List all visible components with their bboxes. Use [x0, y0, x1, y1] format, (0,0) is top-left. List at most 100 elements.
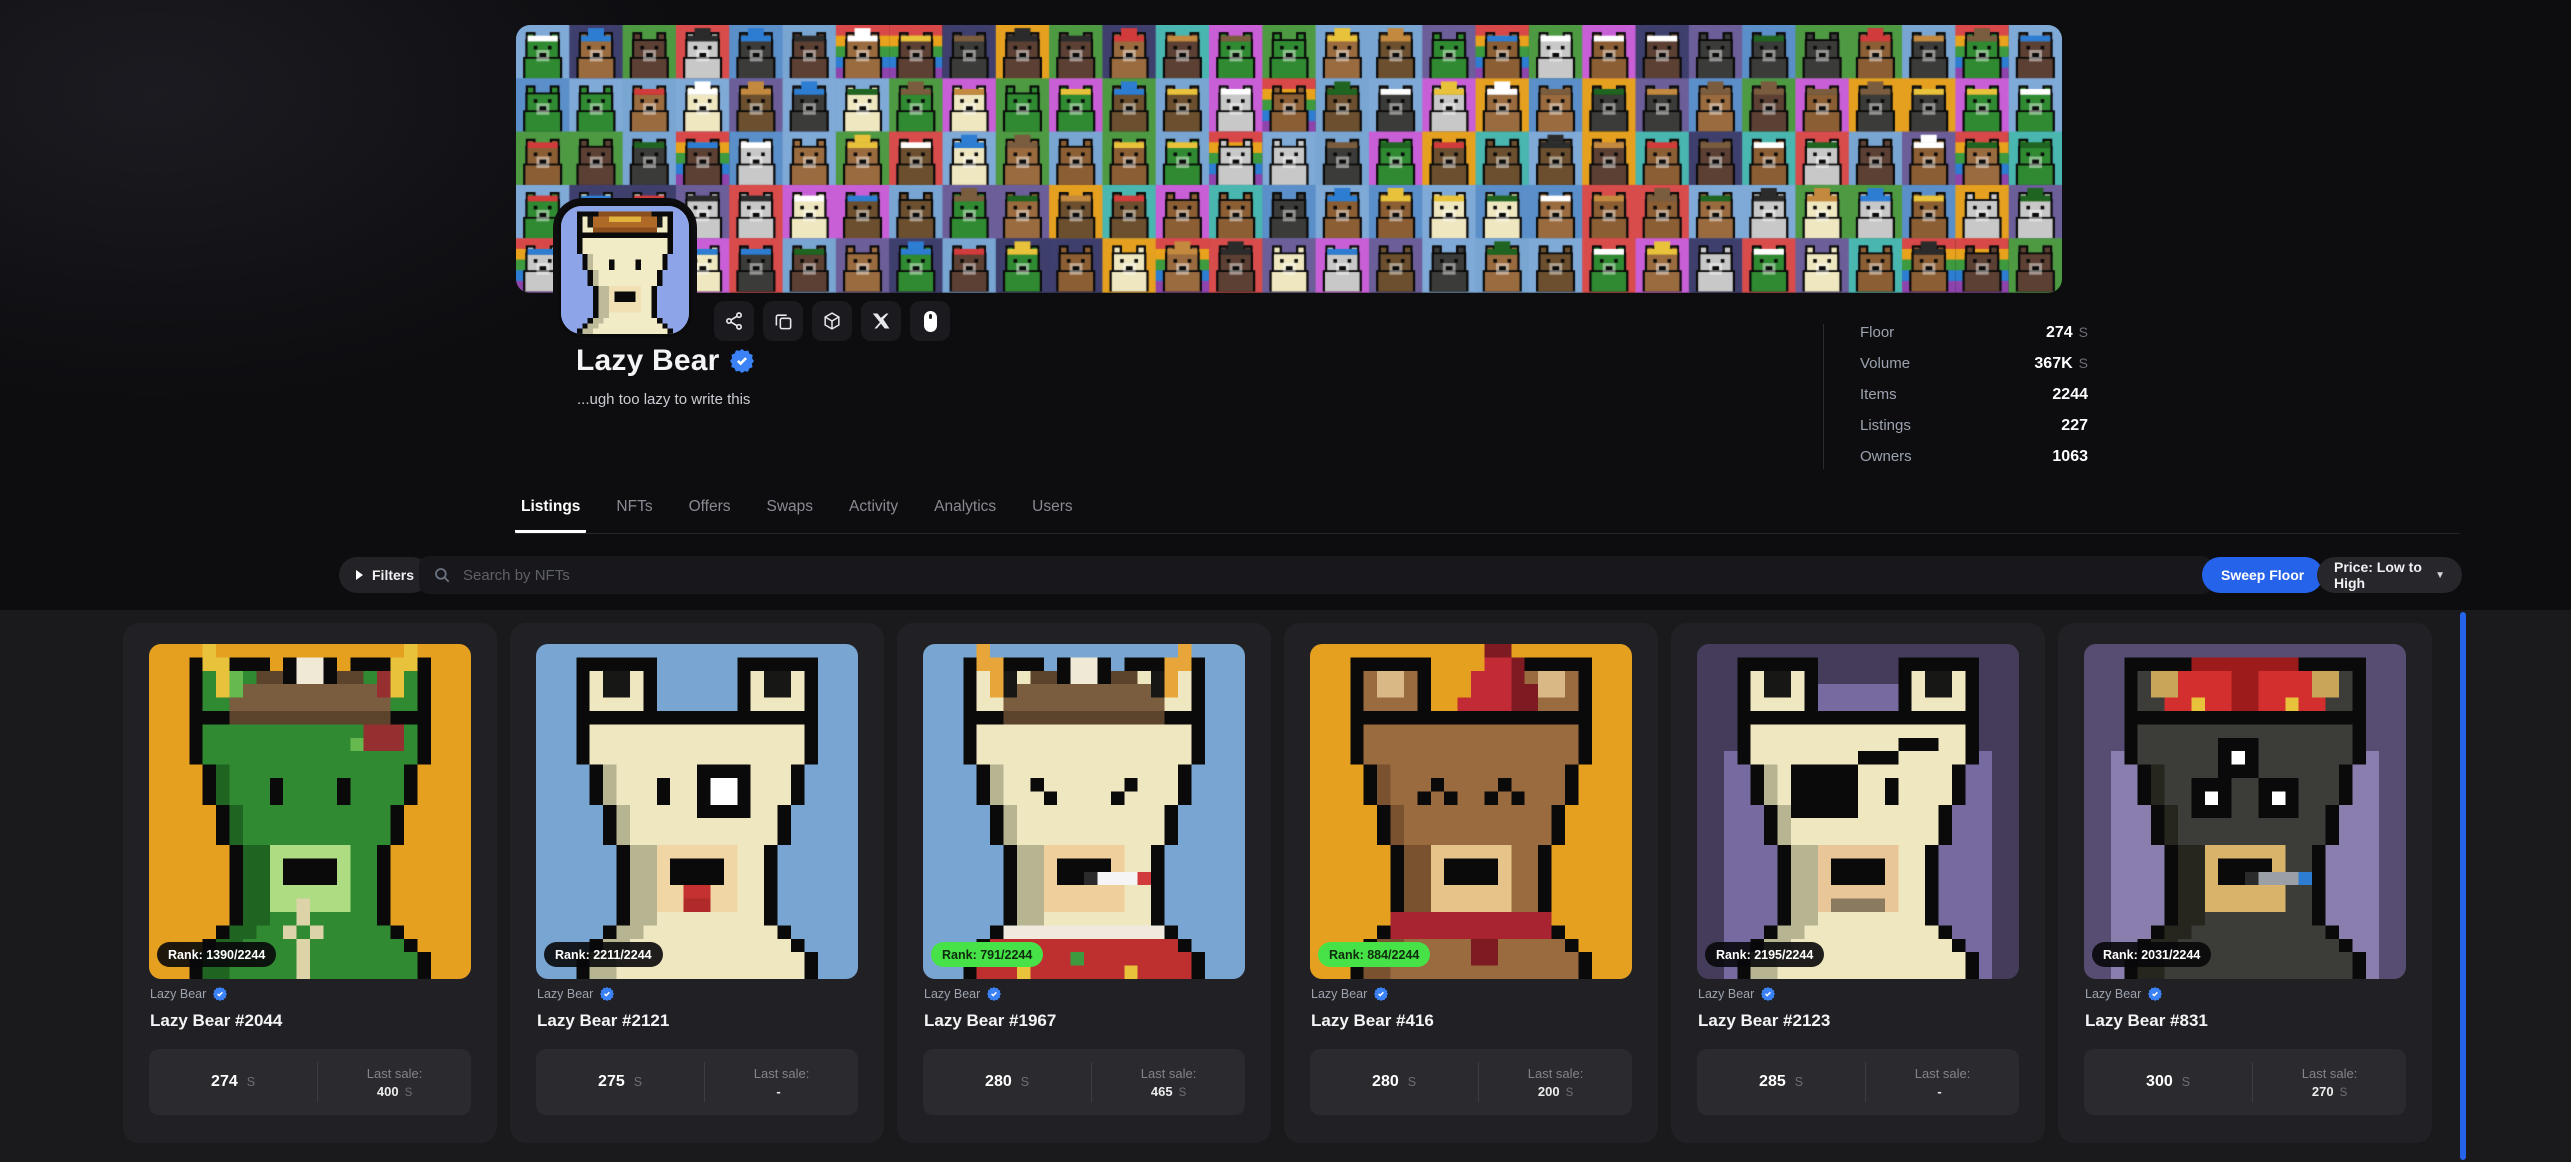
tab-nfts[interactable]: NFTs [610, 494, 658, 533]
share-button[interactable] [714, 301, 754, 341]
collection-name: Lazy Bear [576, 344, 720, 378]
nft-price-box: 274 S Last sale: 400 S [149, 1049, 471, 1115]
view-3d-button[interactable] [812, 301, 852, 341]
nft-card[interactable]: Rank: 884/2244 Lazy Bear Lazy Bear #416 … [1284, 623, 1658, 1143]
stat-value: 367KS [2034, 355, 2088, 373]
tab-activity[interactable]: Activity [843, 494, 904, 533]
last-sale-currency: S [1566, 1087, 1574, 1099]
sort-selected-value: Price: Low to High [2334, 559, 2425, 591]
listings-toolbar: Filters Sweep Floor Price: Low to High ▼ [339, 556, 2462, 594]
stat-row-items: Items 2244 [1860, 386, 2088, 407]
nft-collection-name: Lazy Bear [1698, 987, 1754, 1001]
collection-page: Lazy Bear ...ugh too lazy to write this … [0, 0, 2571, 1162]
last-sale-currency: S [1179, 1087, 1187, 1099]
nft-price: 280 [1372, 1073, 1399, 1091]
verified-badge-icon [987, 987, 1001, 1001]
last-sale-value: 465 [1151, 1084, 1173, 1099]
mouse-icon [924, 311, 937, 332]
rank-badge: Rank: 2031/2244 [2092, 942, 2211, 967]
last-sale-value: 200 [1538, 1084, 1560, 1099]
stat-label: Floor [1860, 324, 1894, 341]
last-sale-value: - [776, 1084, 780, 1099]
tab-listings[interactable]: Listings [515, 494, 586, 533]
tab-swaps[interactable]: Swaps [761, 494, 820, 533]
last-sale-value: 270 [2312, 1084, 2334, 1099]
nft-price: 300 [2146, 1073, 2173, 1091]
listings-panel: Rank: 1390/2244 Lazy Bear Lazy Bear #204… [0, 610, 2571, 1162]
stat-row-listings: Listings227 [1860, 417, 2088, 438]
nft-price: 274 [211, 1073, 238, 1091]
last-sale-value: 400 [377, 1084, 399, 1099]
stat-value: 1063 [2052, 448, 2088, 466]
stat-label: Items [1860, 386, 1897, 403]
nft-price-box: 285 S Last sale: - [1697, 1049, 2019, 1115]
nft-name: Lazy Bear #2044 [150, 1011, 282, 1031]
last-sale-label: Last sale: [1141, 1066, 1197, 1081]
nft-price-currency: S [1795, 1075, 1803, 1089]
verified-badge-icon [1374, 987, 1388, 1001]
rank-badge: Rank: 2195/2244 [1705, 942, 1824, 967]
copy-address-button[interactable] [763, 301, 803, 341]
filters-button[interactable]: Filters [339, 557, 430, 593]
x-twitter-icon [872, 312, 890, 330]
nft-name: Lazy Bear #2121 [537, 1011, 669, 1031]
stat-row-floor: Floor274S [1860, 324, 2088, 345]
last-sale-label: Last sale: [754, 1066, 810, 1081]
nft-name: Lazy Bear #1967 [924, 1011, 1056, 1031]
nft-collection-row: Lazy Bear [537, 987, 614, 1001]
search-icon [433, 566, 451, 584]
nft-price-box: 280 S Last sale: 465 S [923, 1049, 1245, 1115]
nft-collection-name: Lazy Bear [150, 987, 206, 1001]
nft-image: Rank: 884/2244 [1310, 644, 1632, 979]
nft-price-box: 300 S Last sale: 270 S [2084, 1049, 2406, 1115]
nft-price-currency: S [247, 1075, 255, 1089]
nft-collection-name: Lazy Bear [537, 987, 593, 1001]
nft-price: 280 [985, 1073, 1012, 1091]
sort-dropdown[interactable]: Price: Low to High ▼ [2317, 557, 2462, 593]
stat-value: 2244 [2052, 386, 2088, 404]
sweep-floor-button[interactable]: Sweep Floor [2202, 557, 2323, 593]
nft-price-currency: S [1408, 1075, 1416, 1089]
nft-price-currency: S [2182, 1075, 2190, 1089]
x-social-button[interactable] [861, 301, 901, 341]
stat-label: Owners [1860, 448, 1912, 465]
nft-collection-row: Lazy Bear [924, 987, 1001, 1001]
last-sale-label: Last sale: [367, 1066, 423, 1081]
rank-badge: Rank: 884/2244 [1318, 942, 1430, 967]
last-sale-value: - [1937, 1084, 1941, 1099]
collection-description: ...ugh too lazy to write this [577, 391, 750, 408]
nft-collection-row: Lazy Bear [1311, 987, 1388, 1001]
chevron-down-icon: ▼ [2435, 570, 2445, 581]
nft-name: Lazy Bear #2123 [1698, 1011, 1830, 1031]
last-sale-currency: S [405, 1087, 413, 1099]
tab-analytics[interactable]: Analytics [928, 494, 1002, 533]
nft-card[interactable]: Rank: 2195/2244 Lazy Bear Lazy Bear #212… [1671, 623, 2045, 1143]
nft-collection-row: Lazy Bear [2085, 987, 2162, 1001]
listings-scrollbar[interactable] [2460, 612, 2466, 1160]
nft-card[interactable]: Rank: 2031/2244 Lazy Bear Lazy Bear #831… [2058, 623, 2432, 1143]
website-button[interactable] [910, 301, 950, 341]
collection-actions [714, 301, 950, 341]
tab-offers[interactable]: Offers [683, 494, 737, 533]
filters-chevron-icon [355, 570, 363, 580]
nft-card[interactable]: Rank: 2211/2244 Lazy Bear Lazy Bear #212… [510, 623, 884, 1143]
search-input[interactable] [461, 566, 2198, 585]
nft-image: Rank: 2211/2244 [536, 644, 858, 979]
nft-price: 285 [1759, 1073, 1786, 1091]
nft-image: Rank: 2195/2244 [1697, 644, 2019, 979]
nft-price-box: 280 S Last sale: 200 S [1310, 1049, 1632, 1115]
nft-search [419, 556, 2212, 594]
collection-avatar [553, 198, 697, 342]
nft-card[interactable]: Rank: 1390/2244 Lazy Bear Lazy Bear #204… [123, 623, 497, 1143]
rank-badge: Rank: 2211/2244 [544, 942, 663, 967]
nft-card[interactable]: Rank: 791/2244 Lazy Bear Lazy Bear #1967… [897, 623, 1271, 1143]
verified-badge-icon [600, 987, 614, 1001]
collection-tabs: Listings NFTs Offers Swaps Activity Analytics… [515, 494, 2460, 534]
avatar-art [561, 206, 689, 334]
nft-collection-name: Lazy Bear [924, 987, 980, 1001]
share-icon [724, 311, 744, 331]
stat-value: 227 [2061, 417, 2088, 435]
tab-users[interactable]: Users [1026, 494, 1078, 533]
nft-name: Lazy Bear #831 [2085, 1011, 2208, 1031]
nft-image: Rank: 1390/2244 [149, 644, 471, 979]
